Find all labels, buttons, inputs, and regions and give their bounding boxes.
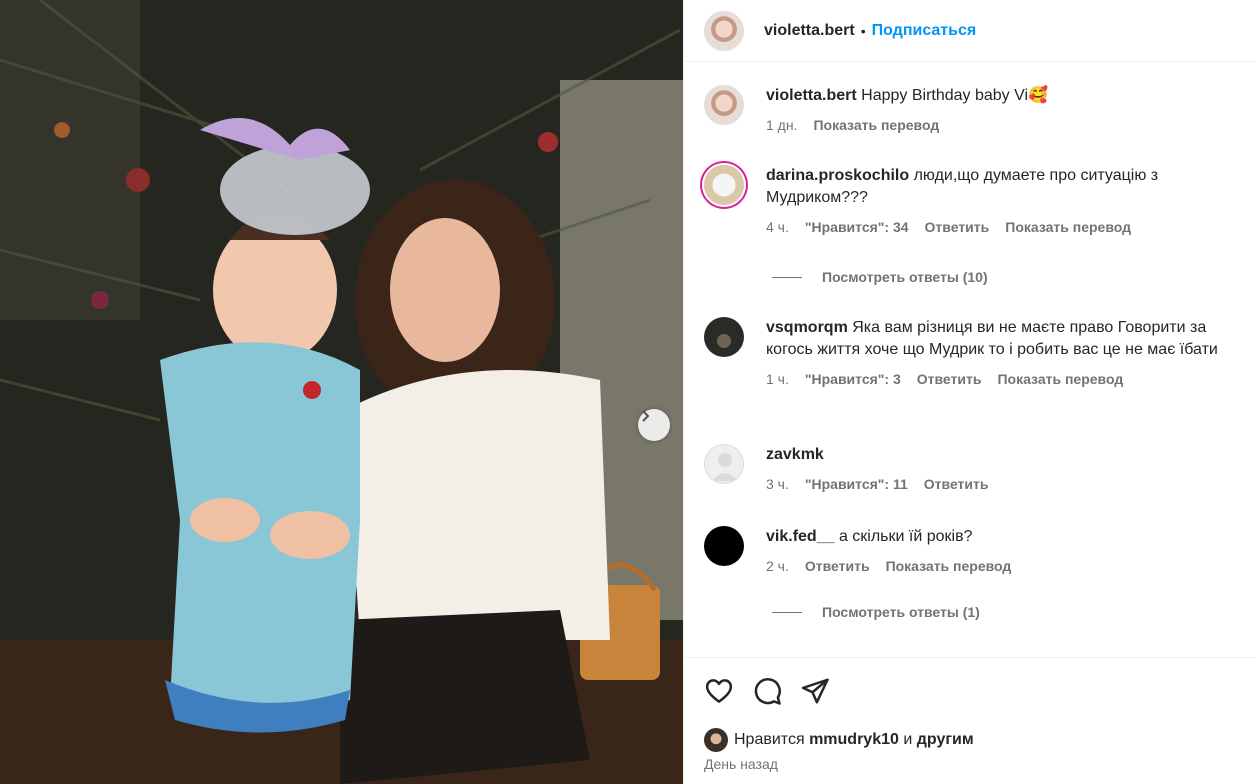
photo-illustration <box>0 0 683 784</box>
likes-summary[interactable]: Нравится mmudryk10 и другим <box>704 728 974 752</box>
likes-prefix: Нравится <box>734 731 805 748</box>
comment-time[interactable]: 1 ч. <box>766 371 789 387</box>
comment-text: а скільки їй років? <box>838 528 973 545</box>
reply-button[interactable]: Ответить <box>925 219 990 235</box>
caption-avatar[interactable] <box>704 85 744 125</box>
comment-time[interactable]: 4 ч. <box>766 219 789 235</box>
liker-avatar[interactable] <box>704 728 728 752</box>
view-replies-label: Посмотреть ответы (10) <box>822 269 988 285</box>
action-icons <box>704 676 830 706</box>
comment-meta: 1 ч. "Нравится": 3 Ответить Показать пер… <box>766 371 1244 387</box>
comment-time[interactable]: 2 ч. <box>766 558 789 574</box>
author-username[interactable]: violetta.bert <box>764 22 855 40</box>
comment-likes[interactable]: "Нравится": 3 <box>805 371 901 387</box>
comment-username[interactable]: zavkmk <box>766 446 824 463</box>
comment-likes[interactable]: "Нравится": 34 <box>805 219 909 235</box>
reply-button[interactable]: Ответить <box>924 476 989 492</box>
heart-icon[interactable] <box>704 676 734 706</box>
post-date[interactable]: День назад <box>704 756 778 772</box>
caption-meta: 1 дн. Показать перевод <box>766 117 1244 133</box>
caption-translate-button[interactable]: Показать перевод <box>813 117 939 133</box>
comment-time[interactable]: 3 ч. <box>766 476 789 492</box>
comment-icon[interactable] <box>752 676 782 706</box>
comments-list[interactable]: violetta.bert Happy Birthday baby Vi🥰 1 … <box>684 63 1256 657</box>
replies-divider <box>772 611 802 613</box>
commenter-avatar[interactable] <box>704 165 744 205</box>
next-photo-button[interactable] <box>638 409 670 441</box>
likes-joiner: и <box>903 731 913 748</box>
view-replies-button[interactable]: Посмотреть ответы (1) <box>772 604 980 620</box>
comment-text-line: zavkmk <box>766 444 1244 466</box>
comment-text-line: vsqmorqm Яка вам різниця ви не маєте пра… <box>766 317 1244 361</box>
translate-button[interactable]: Показать перевод <box>886 558 1012 574</box>
follow-button[interactable]: Подписаться <box>872 22 977 40</box>
caption-text: Happy Birthday baby Vi🥰 <box>861 87 1048 104</box>
view-replies-label: Посмотреть ответы (1) <box>822 604 980 620</box>
comment-text-line: vik.fed__ а скільки їй років? <box>766 526 1244 548</box>
post-details-panel: violetta.bert • Подписаться violetta.ber… <box>683 0 1256 784</box>
post-photo <box>0 0 683 784</box>
comment-meta: 4 ч. "Нравится": 34 Ответить Показать пе… <box>766 219 1244 235</box>
comment-meta: 2 ч. Ответить Показать перевод <box>766 558 1244 574</box>
comment-meta: 3 ч. "Нравится": 11 Ответить <box>766 476 1244 492</box>
header-separator: • <box>860 22 866 39</box>
likes-others[interactable]: другим <box>917 731 974 749</box>
author-avatar[interactable] <box>704 10 744 51</box>
post-header: violetta.bert • Подписаться <box>684 0 1256 62</box>
reply-button[interactable]: Ответить <box>805 558 870 574</box>
comment-likes[interactable]: "Нравится": 11 <box>805 476 908 492</box>
comment-text-line: darina.proskochilo люди,що думаете про с… <box>766 165 1244 209</box>
comment-username[interactable]: darina.proskochilo <box>766 167 909 184</box>
translate-button[interactable]: Показать перевод <box>1005 219 1131 235</box>
liker-username[interactable]: mmudryk10 <box>809 731 899 749</box>
commenter-avatar[interactable] <box>704 444 744 484</box>
replies-divider <box>772 276 802 278</box>
commenter-avatar[interactable] <box>704 526 744 566</box>
view-replies-button[interactable]: Посмотреть ответы (10) <box>772 269 988 285</box>
commenter-avatar[interactable] <box>704 317 744 357</box>
caption-text-line: violetta.bert Happy Birthday baby Vi🥰 <box>766 85 1244 107</box>
comment-username[interactable]: vik.fed__ <box>766 528 834 545</box>
translate-button[interactable]: Показать перевод <box>997 371 1123 387</box>
comment-username[interactable]: vsqmorqm <box>766 319 848 336</box>
post-actions: Нравится mmudryk10 и другим День назад <box>684 657 1256 784</box>
share-icon[interactable] <box>800 676 830 706</box>
caption-time[interactable]: 1 дн. <box>766 117 797 133</box>
caption-username[interactable]: violetta.bert <box>766 87 857 104</box>
reply-button[interactable]: Ответить <box>917 371 982 387</box>
default-avatar-icon <box>712 453 738 481</box>
chevron-right-icon <box>642 410 650 422</box>
